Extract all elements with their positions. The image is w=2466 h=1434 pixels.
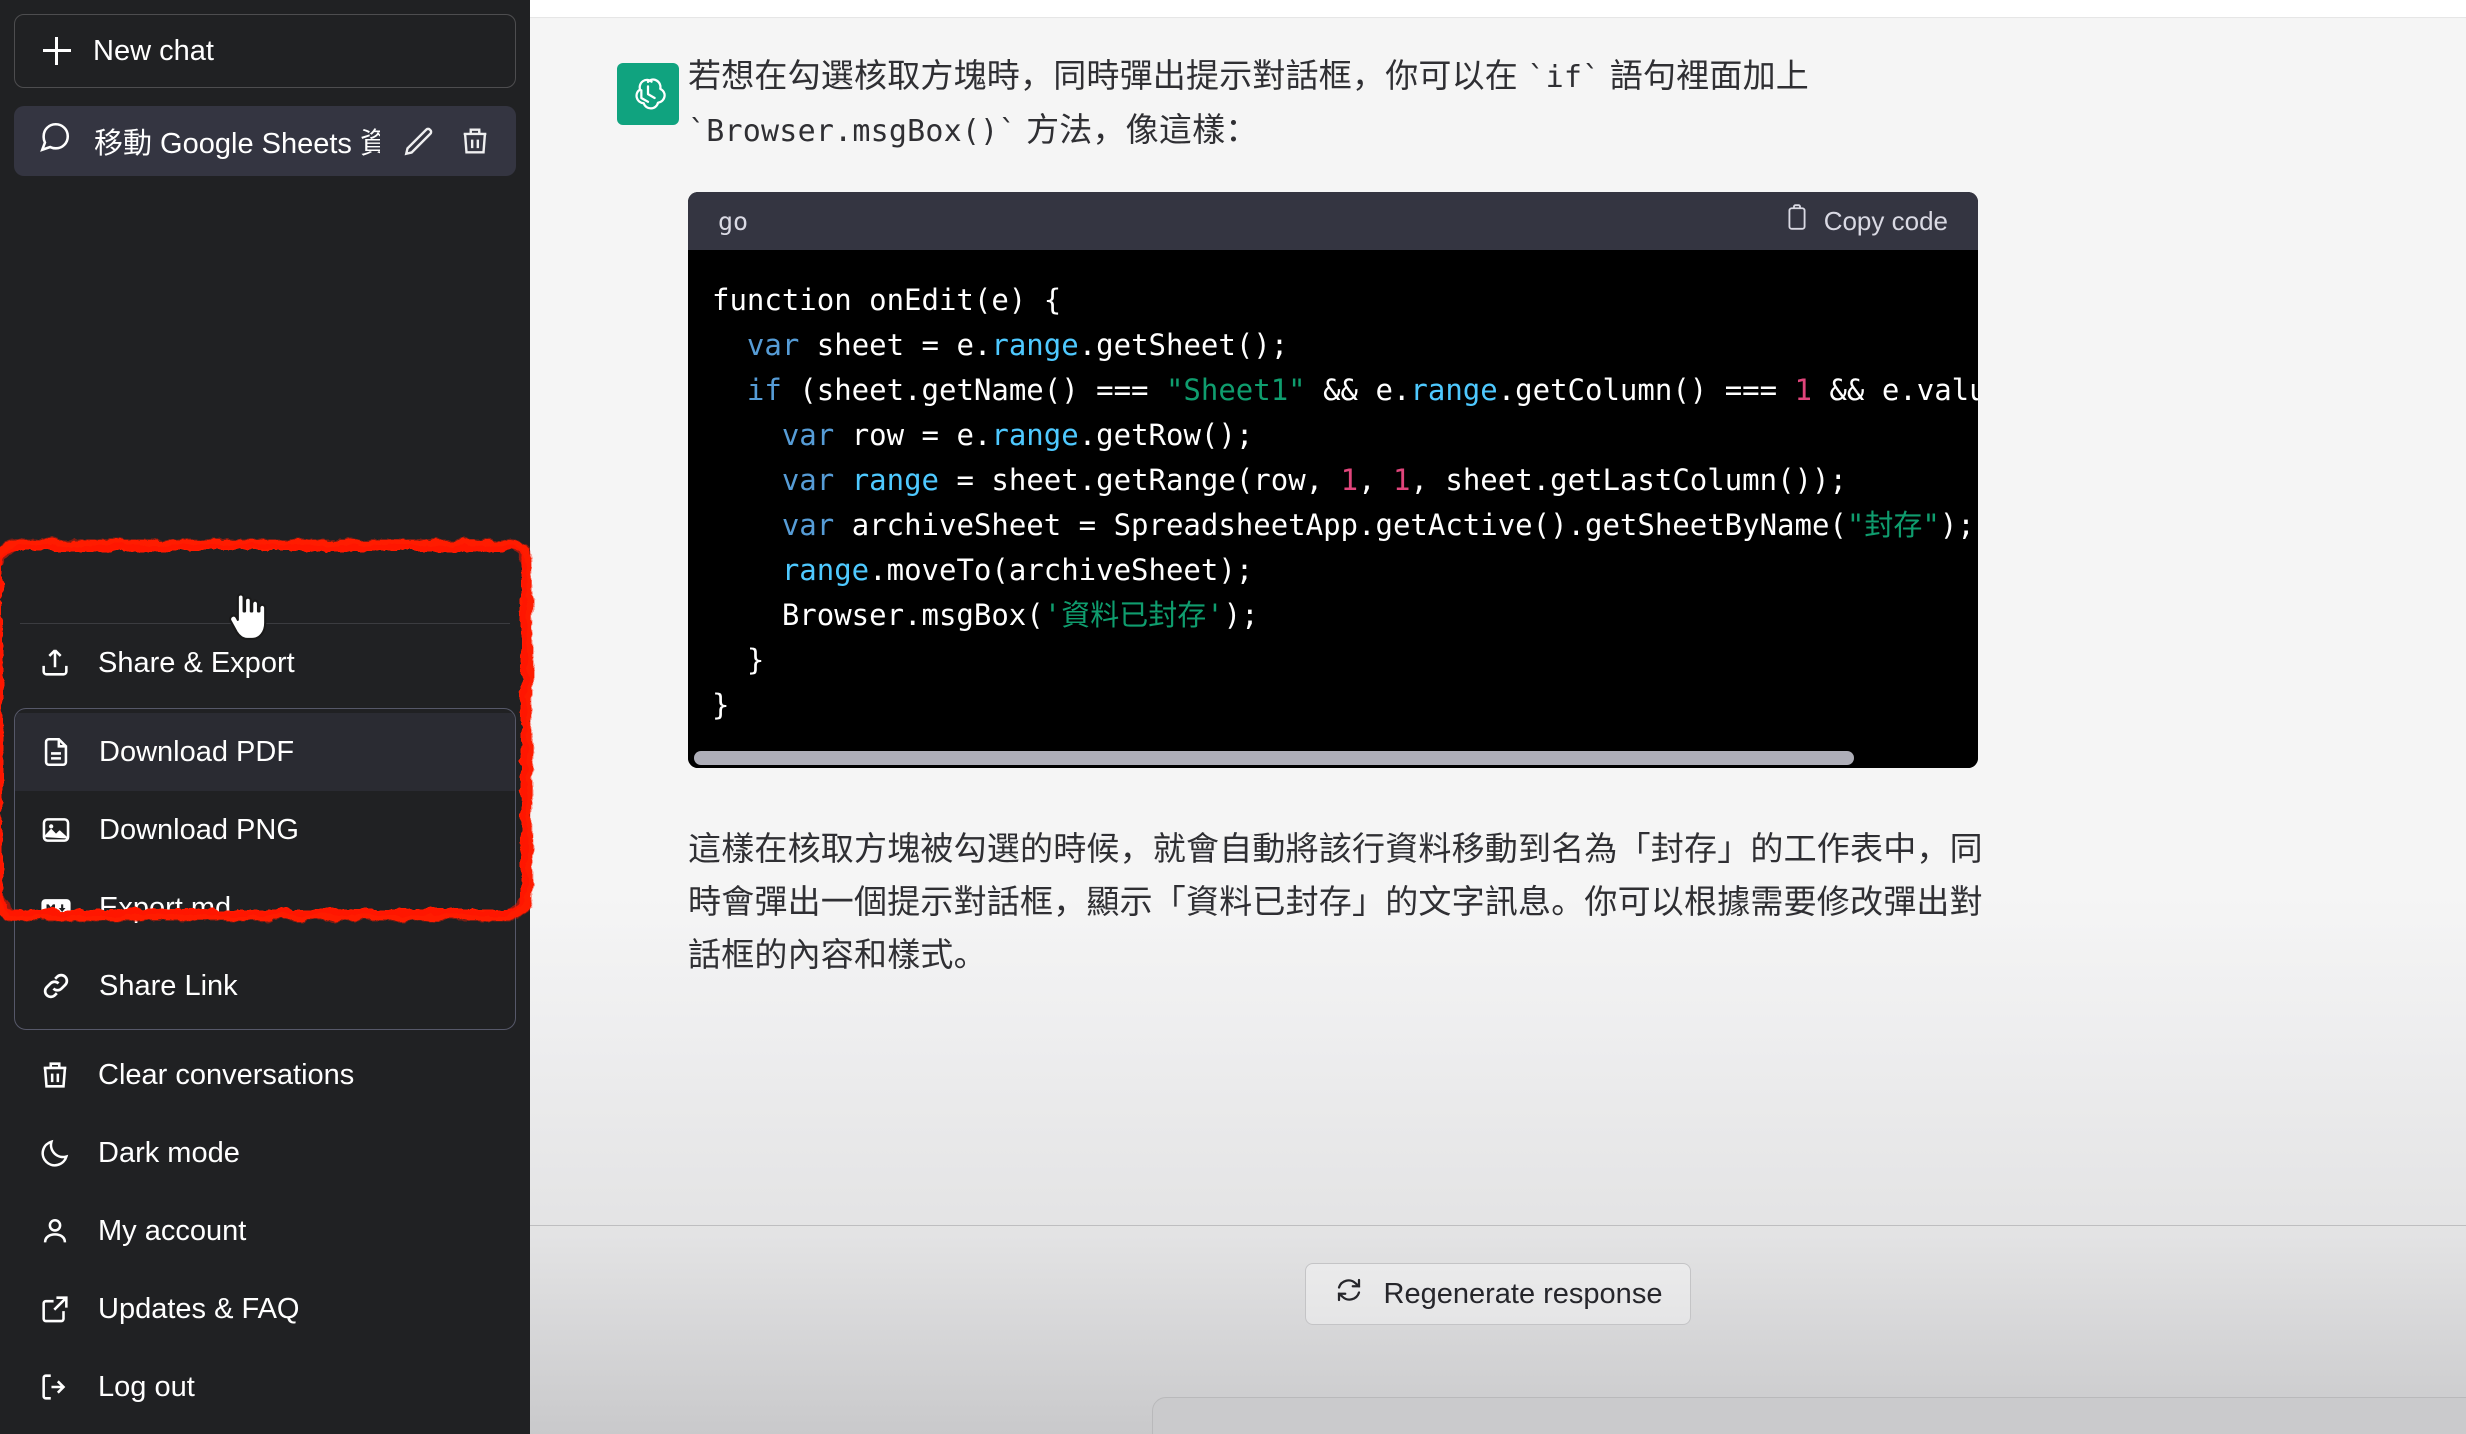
new-chat-label: New chat xyxy=(93,35,214,68)
scrollbar-thumb[interactable] xyxy=(694,751,1854,765)
conversation-thread: 若想在勾選核取方塊時，同時彈出提示對話框，你可以在 `if` 語句裡面加上 `Br… xyxy=(530,19,2466,1434)
trash-icon[interactable] xyxy=(458,124,492,158)
p1-text-c: 方法，像這樣： xyxy=(1017,111,1259,148)
code-language-label: go xyxy=(718,207,1784,236)
export-submenu: Download PDF Download PNG xyxy=(14,708,516,1030)
log-out-label: Log out xyxy=(98,1371,195,1404)
composer-divider xyxy=(530,1225,2466,1226)
person-icon xyxy=(38,1214,72,1248)
sidebar-item-updates-faq[interactable]: Updates & FAQ xyxy=(14,1270,516,1348)
p1-text-b: 語句裡面加上 xyxy=(1600,57,1809,94)
p1-inline-code-msgbox: `Browser.msgBox()` xyxy=(688,114,1017,149)
copy-code-button[interactable]: Copy code xyxy=(1784,203,1948,240)
code-block: go Copy code function onEdit(e) { xyxy=(688,192,1978,767)
conversation-item[interactable]: 移動 Google Sheets 資 xyxy=(14,106,516,176)
regenerate-response-label: Regenerate response xyxy=(1384,1278,1663,1311)
clear-conversations-label: Clear conversations xyxy=(98,1059,354,1092)
message-input[interactable] xyxy=(1153,1398,2466,1434)
share-export-label: Share & Export xyxy=(98,647,295,680)
p1-inline-code-if: `if` xyxy=(1527,60,1600,95)
trash-icon xyxy=(38,1058,72,1092)
message-paragraph-1: 若想在勾選核取方塊時，同時彈出提示對話框，你可以在 `if` 語句裡面加上 `Br… xyxy=(688,49,2008,156)
assistant-avatar xyxy=(617,63,679,125)
download-pdf-label: Download PDF xyxy=(99,736,294,769)
code-horizontal-scrollbar[interactable] xyxy=(688,748,1978,768)
sidebar-menu: Share & Export Download PDF xyxy=(14,624,516,1434)
clipboard-icon xyxy=(1784,203,1810,240)
logout-icon xyxy=(38,1370,72,1404)
export-item-download-png[interactable]: Download PNG xyxy=(15,791,515,869)
pencil-icon[interactable] xyxy=(402,124,436,158)
markdown-icon xyxy=(39,891,73,925)
chat-bubble-icon xyxy=(38,120,72,162)
message-composer[interactable] xyxy=(1152,1397,2466,1434)
code-content: function onEdit(e) { var sheet = e.range… xyxy=(688,250,1978,747)
updates-faq-label: Updates & FAQ xyxy=(98,1293,300,1326)
copy-code-label: Copy code xyxy=(1824,206,1948,237)
export-item-download-pdf[interactable]: Download PDF xyxy=(15,713,515,791)
sidebar: New chat 移動 Google Sheets 資 xyxy=(0,0,530,1434)
regenerate-wrap: Regenerate response xyxy=(530,1263,2466,1325)
conversation-title: 移動 Google Sheets 資 xyxy=(94,120,380,162)
plus-icon xyxy=(43,37,71,65)
sidebar-item-my-account[interactable]: My account xyxy=(14,1192,516,1270)
moon-icon xyxy=(38,1136,72,1170)
sidebar-spacer xyxy=(14,176,516,623)
my-account-label: My account xyxy=(98,1215,246,1248)
main-pane: 若想在勾選核取方塊時，同時彈出提示對話框，你可以在 `if` 語句裡面加上 `Br… xyxy=(530,0,2466,1434)
regenerate-response-button[interactable]: Regenerate response xyxy=(1305,1263,1692,1325)
document-icon xyxy=(39,735,73,769)
sidebar-item-share-export[interactable]: Share & Export xyxy=(14,624,516,702)
sidebar-item-log-out[interactable]: Log out xyxy=(14,1348,516,1426)
share-link-label: Share Link xyxy=(99,970,238,1003)
download-png-label: Download PNG xyxy=(99,814,299,847)
refresh-icon xyxy=(1334,1275,1364,1313)
app-root: New chat 移動 Google Sheets 資 xyxy=(0,0,2466,1434)
top-bar xyxy=(530,0,2466,18)
link-icon xyxy=(39,969,73,1003)
export-item-share-link[interactable]: Share Link xyxy=(15,947,515,1025)
code-block-header: go Copy code xyxy=(688,192,1978,250)
export-md-label: Export md xyxy=(99,892,231,925)
upload-icon xyxy=(38,646,72,680)
p1-text-a: 若想在勾選核取方塊時，同時彈出提示對話框，你可以在 xyxy=(688,57,1527,94)
external-link-icon xyxy=(38,1292,72,1326)
dark-mode-label: Dark mode xyxy=(98,1137,240,1170)
export-item-export-md[interactable]: Export md xyxy=(15,869,515,947)
image-icon xyxy=(39,813,73,847)
assistant-message: 若想在勾選核取方塊時，同時彈出提示對話框，你可以在 `if` 語句裡面加上 `Br… xyxy=(688,49,2466,982)
new-chat-button[interactable]: New chat xyxy=(14,14,516,88)
message-paragraph-2: 這樣在核取方塊被勾選的時候，就會自動將該行資料移動到名為「封存」的工作表中，同時… xyxy=(688,822,2008,982)
sidebar-item-clear-conversations[interactable]: Clear conversations xyxy=(14,1036,516,1114)
sidebar-item-dark-mode[interactable]: Dark mode xyxy=(14,1114,516,1192)
